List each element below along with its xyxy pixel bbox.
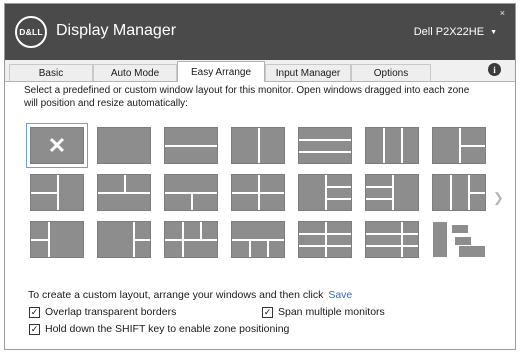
- layout-option[interactable]: [164, 221, 218, 258]
- layout-option[interactable]: [30, 221, 84, 258]
- layout-option[interactable]: [432, 221, 486, 258]
- span-monitors-option[interactable]: ✓ Span multiple monitors: [262, 306, 385, 318]
- close-icon: ✕: [47, 132, 67, 158]
- layout-option[interactable]: [231, 127, 285, 164]
- dell-logo: D&LL: [15, 16, 47, 48]
- layout-option[interactable]: [365, 221, 419, 258]
- layout-grid: ✕: [26, 123, 486, 258]
- layout-option[interactable]: [432, 174, 486, 211]
- shift-zone-option[interactable]: ✓ Hold down the SHIFT key to enable zone…: [29, 323, 289, 335]
- tab-basic[interactable]: Basic: [9, 64, 93, 82]
- layout-option[interactable]: [97, 174, 151, 211]
- monitor-dropdown[interactable]: Dell P2X22HE ▼: [414, 26, 497, 38]
- chevron-down-icon: ▼: [490, 28, 497, 36]
- span-monitors-label: Span multiple monitors: [278, 306, 385, 318]
- layout-option[interactable]: [298, 174, 352, 211]
- overlap-borders-checkbox[interactable]: ✓: [29, 306, 40, 318]
- custom-layout-text: To create a custom layout, arrange your …: [28, 289, 324, 301]
- info-icon[interactable]: i: [488, 63, 501, 76]
- title-bar: D&LL Display Manager × Dell P2X22HE ▼: [5, 4, 515, 60]
- tab-easy-arrange[interactable]: Easy Arrange: [177, 61, 265, 82]
- layout-option[interactable]: [298, 127, 352, 164]
- tab-auto-mode[interactable]: Auto Mode: [93, 64, 177, 82]
- shift-zone-label: Hold down the SHIFT key to enable zone p…: [45, 323, 290, 335]
- tab-options[interactable]: Options: [351, 64, 431, 82]
- close-icon[interactable]: ×: [500, 8, 505, 18]
- layout-none[interactable]: ✕: [26, 123, 88, 168]
- layout-option[interactable]: [365, 127, 419, 164]
- overlap-borders-label: Overlap transparent borders: [45, 306, 177, 318]
- shift-zone-checkbox[interactable]: ✓: [29, 323, 40, 335]
- save-link[interactable]: Save: [328, 289, 352, 301]
- monitor-name: Dell P2X22HE: [413, 26, 485, 38]
- layout-option[interactable]: [164, 174, 218, 211]
- layout-option[interactable]: [298, 221, 352, 258]
- overlap-borders-option[interactable]: ✓ Overlap transparent borders: [29, 306, 176, 318]
- layout-option[interactable]: [231, 174, 285, 211]
- span-monitors-checkbox[interactable]: ✓: [262, 306, 273, 318]
- layout-option[interactable]: [97, 127, 151, 164]
- app-title: Display Manager: [56, 22, 177, 39]
- tab-input-manager[interactable]: Input Manager: [265, 64, 351, 82]
- description-text: Select a predefined or custom window lay…: [24, 85, 470, 109]
- layout-option[interactable]: [164, 127, 218, 164]
- tab-strip: Basic Auto Mode Easy Arrange Input Manag…: [5, 60, 515, 82]
- layout-option[interactable]: [432, 127, 486, 164]
- chevron-right-icon[interactable]: ❯: [493, 190, 504, 206]
- layout-option[interactable]: [97, 221, 151, 258]
- layout-option[interactable]: [30, 174, 84, 211]
- layout-option[interactable]: [231, 221, 285, 258]
- custom-layout-line: To create a custom layout, arrange your …: [28, 289, 352, 301]
- layout-option[interactable]: [365, 174, 419, 211]
